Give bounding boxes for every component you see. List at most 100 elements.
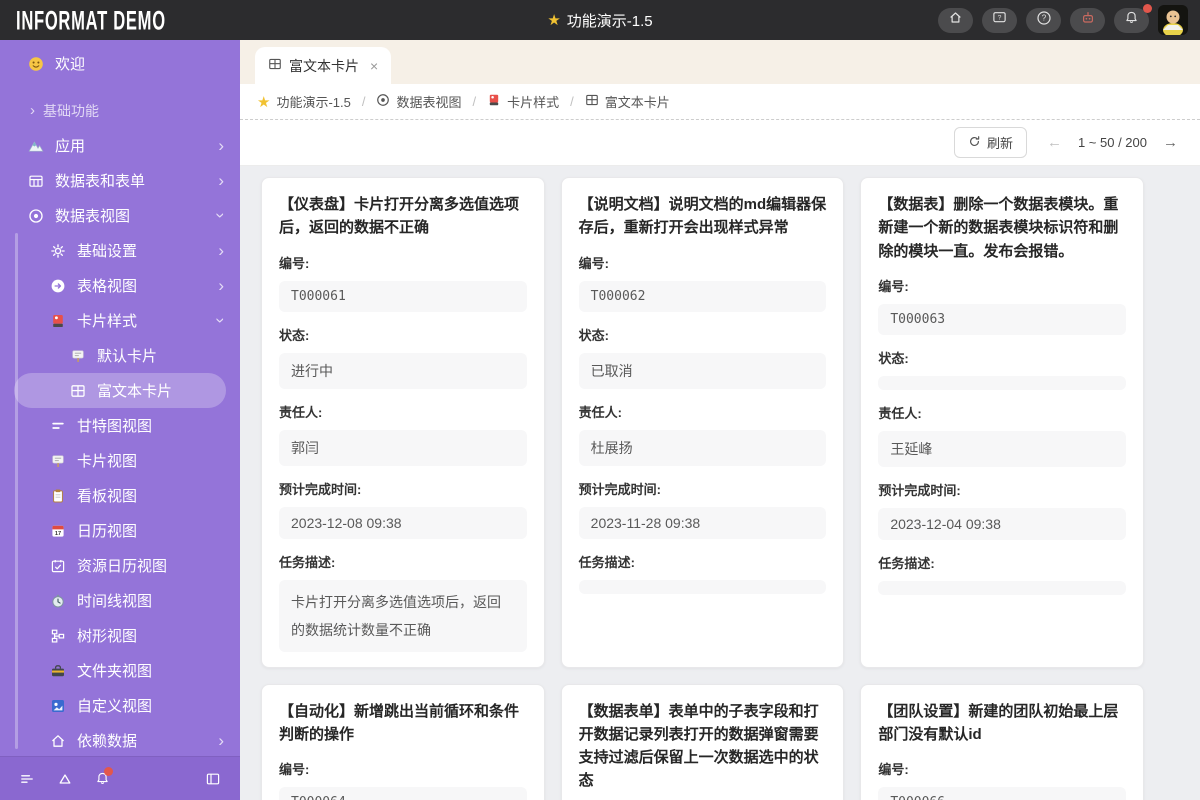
close-icon[interactable]: ×	[370, 58, 378, 74]
card-id-value: T000066	[878, 787, 1126, 800]
sidebar-item-card-styles[interactable]: 卡片样式 ›	[0, 303, 240, 338]
sidebar-item-grid-view[interactable]: 表格视图 ›	[0, 268, 240, 303]
sidebar-item-welcome[interactable]: 欢迎	[0, 46, 240, 81]
menu-lines-icon[interactable]	[19, 771, 35, 787]
field-label-desc: 任务描述:	[279, 552, 527, 571]
task-card[interactable]: 【数据表】删除一个数据表模块。重新建一个新的数据表模块标识符和删除的模块一直。发…	[860, 177, 1144, 668]
arrow-circle-icon	[49, 278, 66, 294]
refresh-button[interactable]: 刷新	[954, 127, 1027, 158]
sidebar-item-richtext-card[interactable]: 富文本卡片	[14, 373, 226, 408]
cards-scroll-area[interactable]: 【仪表盘】卡片打开分离多选值选项后，返回的数据不正确 编号: T000061 状…	[240, 166, 1200, 800]
sidebar-item-gantt-view[interactable]: 甘特图视图	[0, 408, 240, 443]
triangle-icon[interactable]	[57, 771, 73, 787]
sidebar-item-label: 基础设置	[77, 240, 137, 261]
workspace-title-label: 功能演示-1.5	[567, 10, 653, 31]
sign-icon	[49, 453, 66, 469]
collapse-panel-icon[interactable]	[205, 771, 221, 787]
notifications-button[interactable]	[1114, 8, 1149, 33]
tab-strip: 富文本卡片 ×	[240, 40, 1200, 84]
task-card[interactable]: 【团队设置】新建的团队初始最上层部门没有默认id 编号: T000066 状态:…	[860, 684, 1144, 800]
sidebar-item-kanban-view[interactable]: 看板视图	[0, 478, 240, 513]
prev-page-arrow-icon[interactable]: ←	[1047, 134, 1062, 151]
sidebar-item-tree-view[interactable]: 树形视图	[0, 618, 240, 653]
breadcrumb-item-richtext-card[interactable]: 富文本卡片	[585, 92, 670, 111]
sidebar-item-tables-forms[interactable]: 数据表和表单 ›	[0, 163, 240, 198]
sidebar-footer	[0, 756, 240, 800]
card-desc-value	[878, 581, 1126, 595]
calendar-icon: 17	[49, 523, 66, 539]
field-label-desc: 任务描述:	[878, 553, 1126, 572]
card-id-value: T000061	[279, 281, 527, 312]
sidebar-item-label: 卡片样式	[77, 310, 137, 331]
next-page-arrow-icon[interactable]: →	[1163, 134, 1178, 151]
chevron-right-icon: ›	[30, 102, 35, 119]
feedback-icon: ?	[992, 10, 1007, 30]
card-owner-value: 郭闫	[279, 430, 527, 466]
card-due-value: 2023-11-28 09:38	[579, 507, 827, 539]
sidebar-item-custom-view[interactable]: 自定义视图	[0, 688, 240, 723]
help-button[interactable]: ?	[1026, 8, 1061, 33]
breadcrumb-item-table-views[interactable]: 数据表视图	[376, 92, 461, 111]
breadcrumb-item-workspace[interactable]: ★ 功能演示-1.5	[257, 92, 351, 111]
home-button[interactable]	[938, 8, 973, 33]
star-icon: ★	[257, 93, 270, 111]
svg-text:17: 17	[54, 531, 60, 537]
field-label-id: 编号:	[279, 253, 527, 272]
sidebar-item-default-card[interactable]: 默认卡片	[0, 338, 240, 373]
chevron-right-icon: ›	[218, 172, 224, 189]
home-icon	[948, 10, 963, 30]
sidebar-group-basics[interactable]: › 基础功能	[0, 93, 240, 128]
card-owner-value: 王延峰	[878, 431, 1126, 467]
sidebar-item-label: 依赖数据	[77, 730, 137, 751]
toolbox-icon	[49, 663, 66, 679]
pagination: ← 1 ~ 50 / 200 →	[1047, 134, 1178, 151]
footer-bell-icon[interactable]	[95, 771, 110, 786]
sidebar-item-label: 卡片视图	[77, 450, 137, 471]
notification-badge	[1143, 4, 1152, 13]
card-title: 【数据表单】表单中的子表字段和打开数据记录列表打开的数据弹窗需要支持过滤后保留上…	[579, 700, 827, 793]
header-actions: ? ?	[938, 5, 1188, 35]
calendar-check-icon	[49, 558, 66, 574]
sidebar-item-table-views[interactable]: 数据表视图 ›	[0, 198, 240, 233]
sidebar-item-label: 文件夹视图	[77, 660, 152, 681]
breadcrumb-item-card-styles[interactable]: 卡片样式	[487, 92, 559, 111]
sidebar-item-resource-calendar-view[interactable]: 资源日历视图	[0, 548, 240, 583]
sidebar-item-dependent-data[interactable]: 依赖数据 ›	[0, 723, 240, 756]
tab-richtext-card[interactable]: 富文本卡片 ×	[255, 47, 391, 84]
task-card[interactable]: 【数据表单】表单中的子表字段和打开数据记录列表打开的数据弹窗需要支持过滤后保留上…	[561, 684, 845, 800]
card-title: 【仪表盘】卡片打开分离多选值选项后，返回的数据不正确	[279, 193, 527, 240]
red-card-icon	[487, 93, 501, 110]
card-desc-value	[579, 580, 827, 594]
breadcrumb-separator: /	[473, 94, 477, 109]
field-label-owner: 责任人:	[878, 403, 1126, 422]
sidebar-item-basic-settings[interactable]: 基础设置 ›	[0, 233, 240, 268]
sidebar-item-card-view[interactable]: 卡片视图	[0, 443, 240, 478]
sidebar-item-label: 数据表视图	[55, 205, 130, 226]
sidebar-item-calendar-view[interactable]: 17 日历视图	[0, 513, 240, 548]
target-icon	[27, 208, 44, 224]
sidebar-item-apps[interactable]: 应用 ›	[0, 128, 240, 163]
assistant-button[interactable]	[1070, 8, 1105, 33]
user-avatar[interactable]	[1158, 5, 1188, 35]
red-card-icon	[49, 313, 66, 329]
chevron-right-icon: ›	[218, 732, 224, 749]
card-title: 【自动化】新增跳出当前循环和条件判断的操作	[279, 700, 527, 747]
card-status-value	[878, 376, 1126, 390]
sidebar-group-label: 基础功能	[43, 101, 99, 121]
mountain-icon	[27, 138, 44, 154]
task-card[interactable]: 【自动化】新增跳出当前循环和条件判断的操作 编号: T000064 状态: 责任…	[261, 684, 545, 800]
star-icon: ★	[547, 11, 560, 29]
clipboard-icon	[49, 488, 66, 504]
feedback-button[interactable]: ?	[982, 8, 1017, 33]
chevron-down-icon: ›	[213, 213, 230, 219]
task-card[interactable]: 【说明文档】说明文档的md编辑器保存后，重新打开会出现样式异常 编号: T000…	[561, 177, 845, 668]
field-label-due: 预计完成时间:	[878, 480, 1126, 499]
grid-icon	[69, 383, 86, 399]
sidebar-item-timeline-view[interactable]: 时间线视图	[0, 583, 240, 618]
card-grid: 【仪表盘】卡片打开分离多选值选项后，返回的数据不正确 编号: T000061 状…	[261, 177, 1144, 800]
robot-icon	[1080, 10, 1096, 31]
field-label-due: 预计完成时间:	[579, 479, 827, 498]
task-card[interactable]: 【仪表盘】卡片打开分离多选值选项后，返回的数据不正确 编号: T000061 状…	[261, 177, 545, 668]
sidebar-item-folder-view[interactable]: 文件夹视图	[0, 653, 240, 688]
chevron-right-icon: ›	[218, 277, 224, 294]
